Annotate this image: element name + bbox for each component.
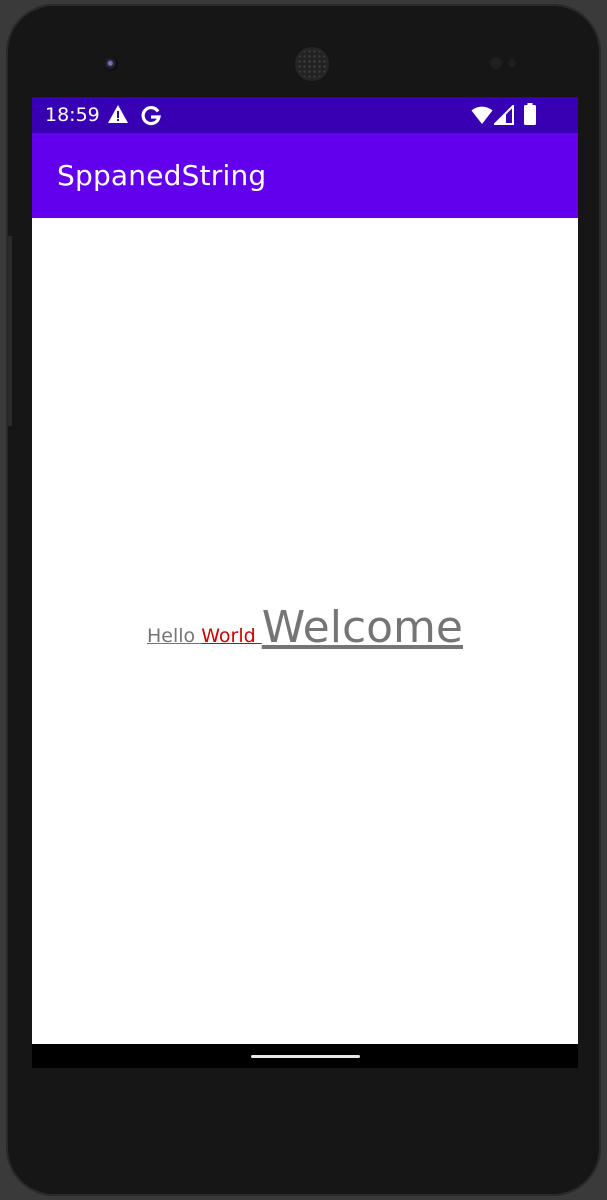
- speaker-grille-icon: [297, 49, 327, 79]
- status-time: 18:59: [45, 104, 100, 126]
- spanned-text-view: Hello World Welcome: [32, 606, 578, 650]
- span-welcome: Welcome: [261, 602, 463, 653]
- front-camera-icon: [104, 57, 118, 71]
- light-sensor-icon: [508, 59, 516, 67]
- cell-signal-icon: [492, 103, 514, 129]
- warning-icon: [107, 104, 129, 128]
- home-indicator[interactable]: [251, 1055, 360, 1058]
- span-world: World: [201, 625, 262, 647]
- status-bar: 18:59: [32, 97, 578, 133]
- span-hello: Hello: [147, 625, 202, 647]
- proximity-sensor-icon: [490, 57, 502, 69]
- side-button: [6, 236, 12, 426]
- battery-icon: [524, 103, 536, 129]
- wifi-icon: [471, 105, 493, 129]
- navigation-bar: [32, 1044, 578, 1068]
- main-content: Hello World Welcome: [32, 218, 578, 1044]
- app-title: SppanedString: [57, 159, 267, 192]
- device-screen: 18:59 SppanedString Hello World Welcome: [32, 97, 578, 1068]
- app-bar: SppanedString: [32, 133, 578, 218]
- google-icon: [140, 104, 162, 130]
